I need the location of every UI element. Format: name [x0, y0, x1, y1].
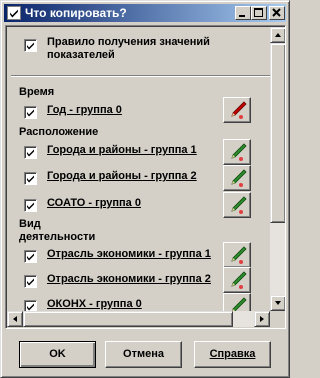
- scroll-right-button[interactable]: [254, 311, 270, 327]
- item-label: Год - группа 0: [47, 104, 122, 116]
- options-list: Правило получения значений показателей В…: [7, 27, 270, 311]
- arrow-right-icon: [260, 316, 264, 322]
- red-pencil-icon: [228, 100, 248, 120]
- item-checkbox[interactable]: [24, 106, 37, 119]
- edit-button[interactable]: [223, 267, 251, 293]
- item-checkbox[interactable]: [24, 300, 37, 311]
- edit-button[interactable]: [223, 192, 251, 218]
- item-label: СОАТО - группа 0: [47, 197, 141, 209]
- dialog-window: Что копировать? Правило получения значен…: [0, 0, 290, 378]
- close-button[interactable]: [269, 6, 285, 20]
- minimize-button[interactable]: [235, 6, 251, 20]
- rule-label-line1: Правило получения значений: [47, 36, 210, 48]
- arrow-down-icon: [275, 301, 281, 305]
- item-checkbox[interactable]: [24, 275, 37, 288]
- help-button-label: Справка: [209, 348, 256, 360]
- section-location: Расположение: [19, 126, 99, 138]
- scroll-left-button[interactable]: [7, 311, 23, 327]
- scroll-corner: [270, 311, 285, 327]
- edit-button[interactable]: [223, 139, 251, 165]
- item-checkbox[interactable]: [24, 250, 37, 263]
- scroll-down-button[interactable]: [270, 295, 285, 311]
- separator: [11, 75, 270, 77]
- checkbox-app-icon: [7, 6, 21, 20]
- title-bar[interactable]: Что копировать?: [4, 4, 286, 22]
- edit-button[interactable]: [223, 242, 251, 268]
- arrow-up-icon: [275, 33, 281, 37]
- vertical-scrollbar[interactable]: [270, 27, 285, 311]
- rule-label-line2: показателей: [47, 49, 115, 61]
- edit-button[interactable]: [223, 165, 251, 191]
- ok-button[interactable]: OK: [19, 341, 96, 368]
- cancel-button[interactable]: Отмена: [105, 341, 182, 368]
- green-pencil-icon: [228, 270, 248, 290]
- item-label: Города и районы - группа 2: [47, 170, 197, 182]
- item-checkbox[interactable]: [24, 199, 37, 212]
- edit-button[interactable]: [223, 97, 251, 123]
- horizontal-scroll-thumb[interactable]: [23, 311, 233, 327]
- item-checkbox[interactable]: [24, 172, 37, 185]
- item-checkbox[interactable]: [24, 146, 37, 159]
- section-time: Время: [19, 86, 55, 98]
- section-activity-line1: Вид: [19, 218, 41, 230]
- minimize-icon: [239, 15, 245, 17]
- help-button[interactable]: Справка: [194, 341, 271, 368]
- green-pencil-icon: [228, 296, 248, 311]
- arrow-left-icon: [13, 316, 17, 322]
- green-pencil-icon: [228, 195, 248, 215]
- item-label: ОКОНХ - группа 0: [47, 298, 142, 310]
- edit-button[interactable]: [223, 293, 251, 311]
- item-label: Отрасль экономики - группа 2: [47, 273, 211, 285]
- item-label: Города и районы - группа 1: [47, 144, 197, 156]
- section-activity-line2: деятельности: [19, 231, 96, 243]
- rule-checkbox[interactable]: [24, 39, 37, 52]
- scroll-up-button[interactable]: [270, 27, 285, 43]
- item-label: Отрасль экономики - группа 1: [47, 248, 211, 260]
- close-icon: [272, 8, 281, 17]
- maximize-icon: [254, 8, 263, 17]
- maximize-button[interactable]: [251, 6, 267, 20]
- options-panel: Правило получения значений показателей В…: [5, 25, 286, 329]
- green-pencil-icon: [228, 142, 248, 162]
- green-pencil-icon: [228, 168, 248, 188]
- window-title: Что копировать?: [25, 6, 127, 20]
- horizontal-scrollbar[interactable]: [7, 311, 270, 327]
- green-pencil-icon: [228, 245, 248, 265]
- vertical-scroll-thumb[interactable]: [270, 43, 285, 223]
